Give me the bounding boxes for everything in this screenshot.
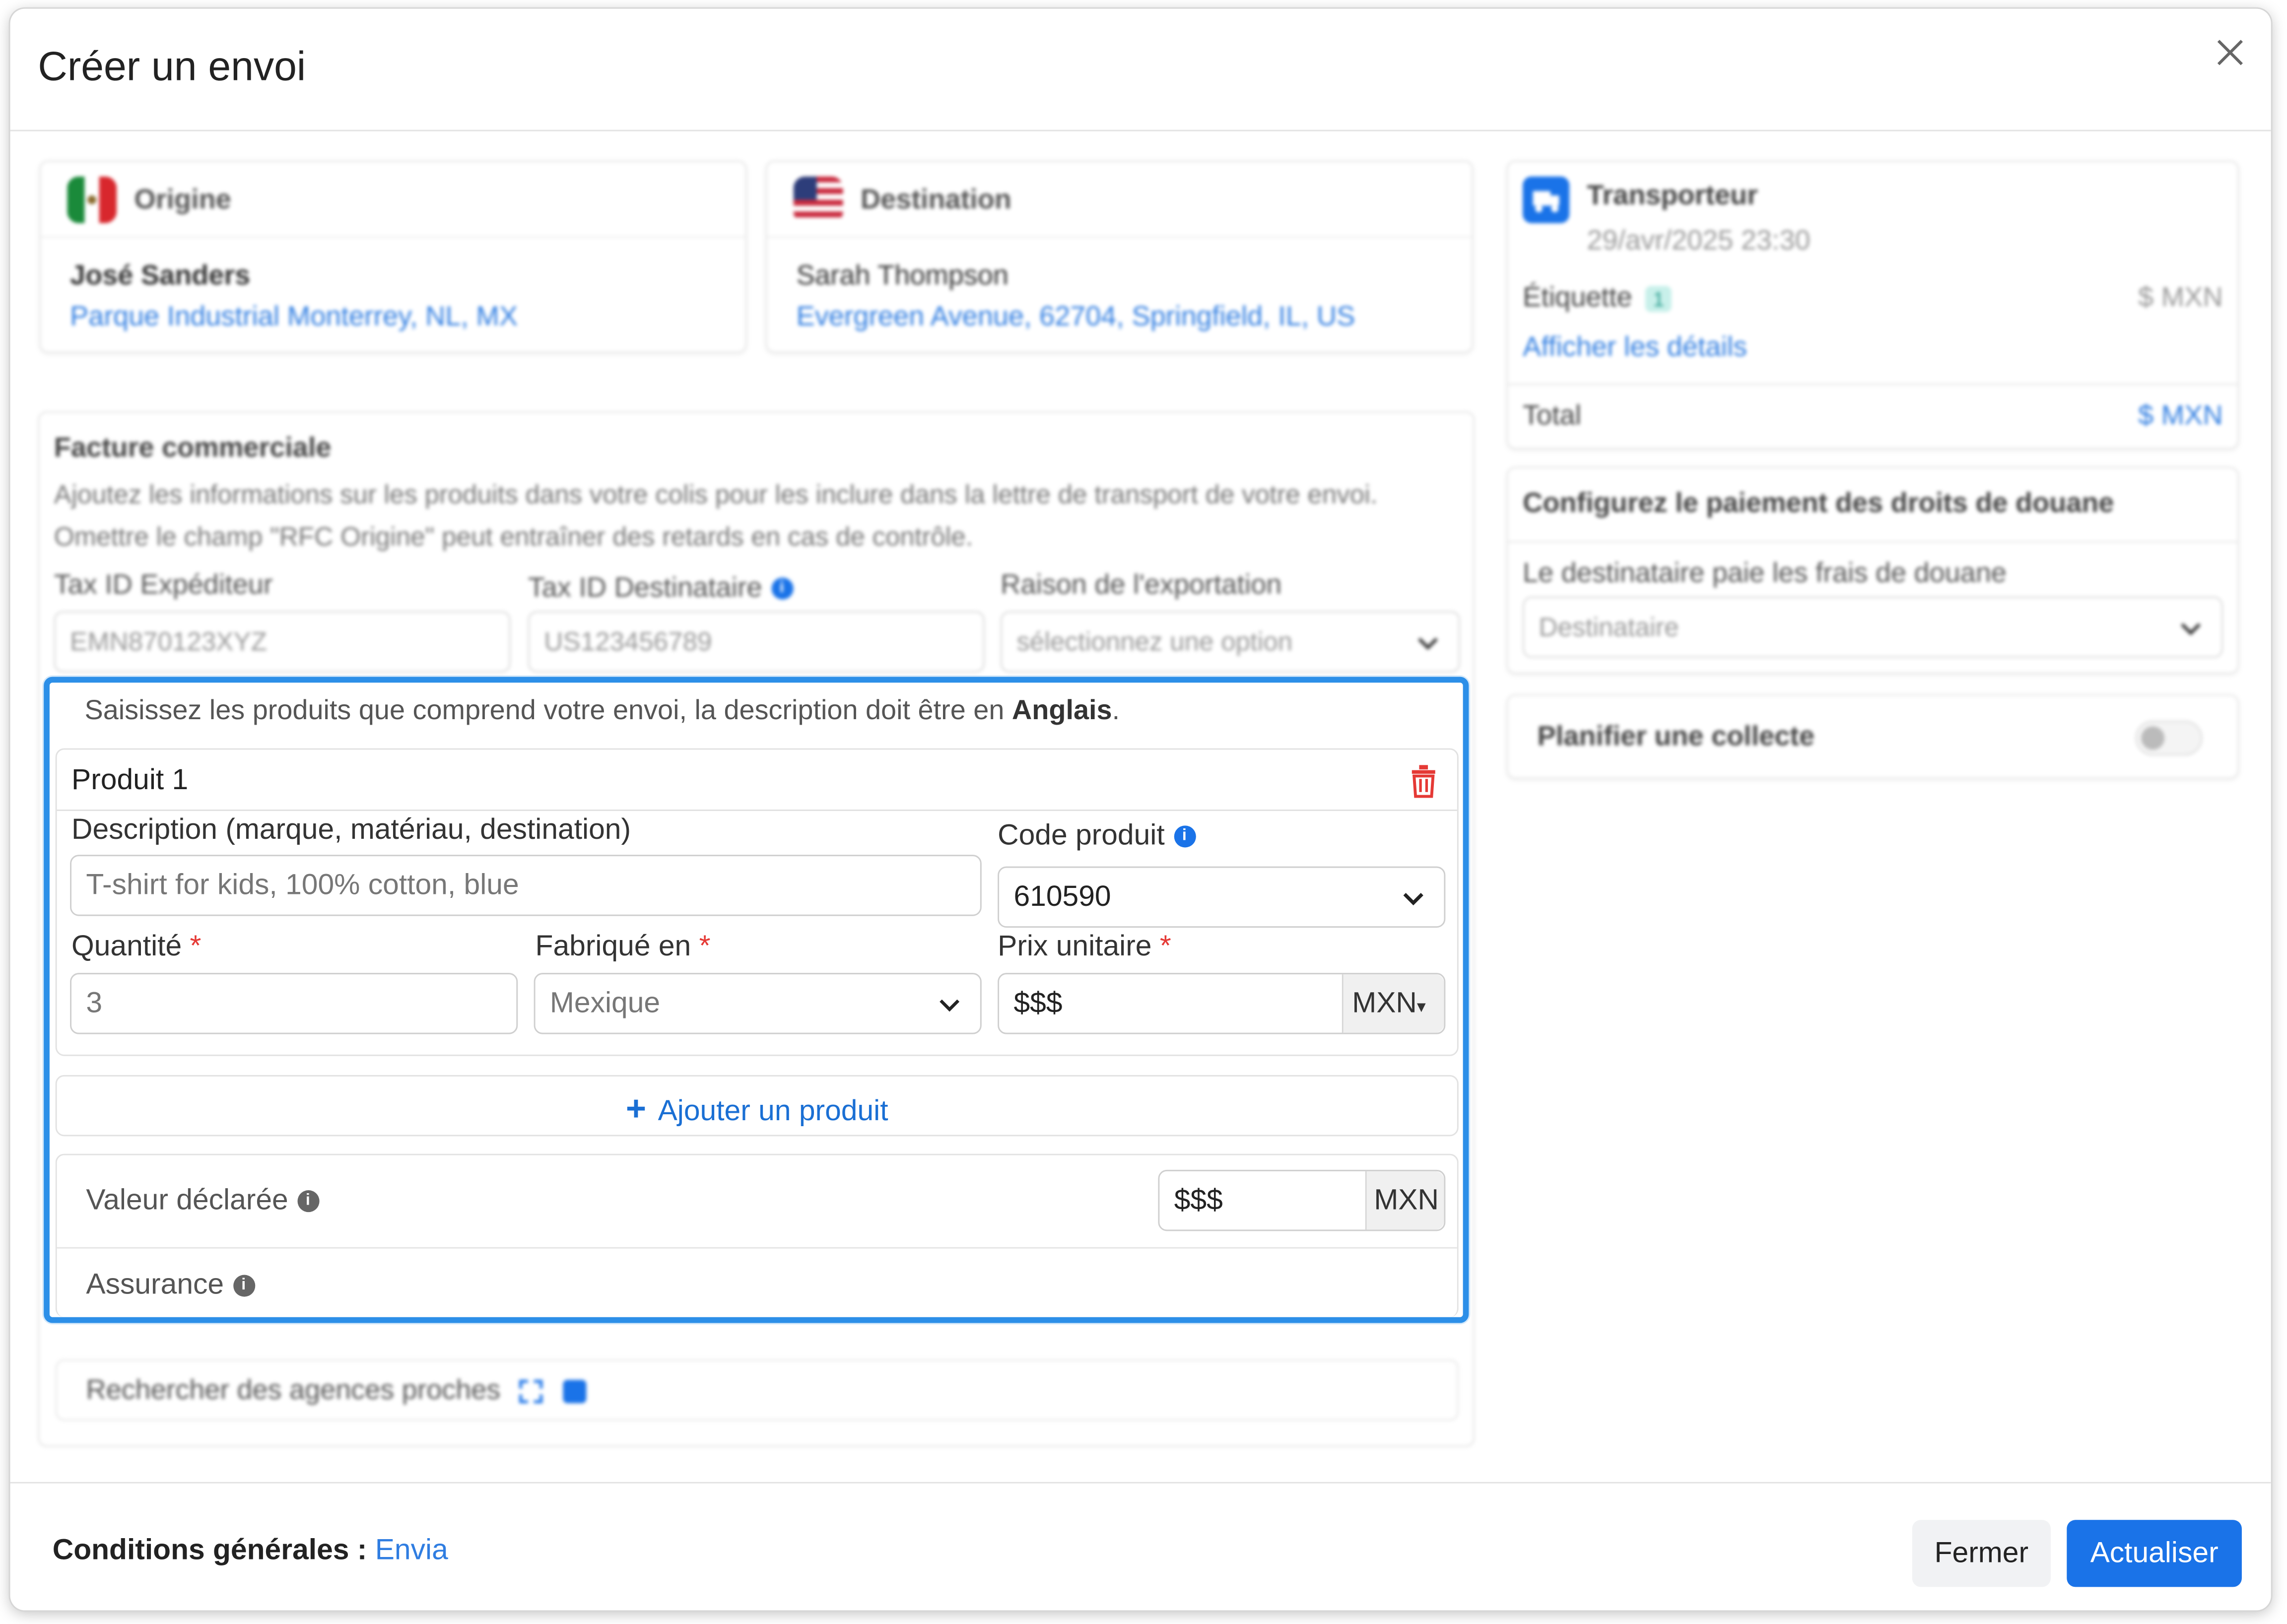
expand-icon bbox=[520, 1380, 543, 1404]
made-in-label: Fabriqué en * bbox=[535, 930, 711, 963]
chevron-down-icon bbox=[1418, 637, 1438, 650]
invoice-description: Ajoutez les informations sur les produit… bbox=[54, 479, 1378, 551]
chevron-down-icon: ▾ bbox=[1416, 996, 1426, 1017]
invoice-title: Facture commerciale bbox=[54, 433, 332, 464]
product-card: Produit 1 Description (marque, matériau,… bbox=[55, 748, 1459, 1056]
info-icon: i bbox=[232, 1275, 255, 1297]
destination-label: Destination bbox=[860, 185, 1011, 216]
currency-select[interactable]: MXN▾ bbox=[1342, 974, 1444, 1033]
modal-header: Créer un envoi bbox=[10, 9, 2271, 132]
destination-card: Destination Sarah Thompson Evergreen Ave… bbox=[765, 160, 1474, 353]
search-agencies-label: Rechercher des agences proches bbox=[86, 1375, 586, 1408]
info-icon: i bbox=[297, 1190, 319, 1213]
declared-value-input[interactable]: $$$ MXN bbox=[1158, 1169, 1446, 1231]
plus-icon: + bbox=[625, 1089, 647, 1129]
label-count-badge: 1 bbox=[1645, 286, 1672, 312]
carrier-icon bbox=[1523, 176, 1570, 223]
carrier-card: Transporteur 29/avr/2025 23:30 Étiquette… bbox=[1506, 160, 2239, 450]
origin-header: Origine bbox=[41, 162, 745, 238]
update-button[interactable]: Actualiser bbox=[2067, 1520, 2242, 1587]
quantity-input[interactable]: 3 bbox=[70, 973, 518, 1034]
chevron-down-icon bbox=[940, 999, 960, 1012]
destination-address[interactable]: Evergreen Avenue, 62704, Springfield, IL… bbox=[797, 302, 1355, 334]
description-input[interactable]: T-shirt for kids, 100% cotton, blue bbox=[70, 855, 982, 916]
info-icon: i bbox=[771, 578, 793, 601]
product-header: Produit 1 bbox=[57, 750, 1457, 811]
add-product-button[interactable]: + Ajouter un produit bbox=[55, 1075, 1459, 1137]
insurance-label: Assurance i bbox=[86, 1269, 255, 1303]
customs-payer-value: Destinataire bbox=[1539, 612, 1679, 642]
usa-flag-icon bbox=[793, 176, 843, 223]
declared-value-box: Valeur déclarée i $$$ MXN Assurance i bbox=[55, 1153, 1459, 1317]
declared-value-label: Valeur déclarée i bbox=[86, 1184, 319, 1218]
declared-currency: MXN bbox=[1365, 1171, 1444, 1230]
pickup-label: Planifier une collecte bbox=[1537, 722, 1815, 753]
destination-header: Destination bbox=[767, 162, 1472, 238]
trash-icon[interactable] bbox=[1408, 763, 1440, 798]
modal-title: Créer un envoi bbox=[38, 44, 306, 89]
made-in-value: Mexique bbox=[549, 987, 661, 1020]
customs-payer-label: Le destinataire paie les frais de douane bbox=[1523, 558, 2007, 590]
total-label: Total bbox=[1523, 401, 1582, 432]
origin-address[interactable]: Parque Industrial Monterrey, NL, MX bbox=[70, 302, 518, 334]
modal-footer: Conditions générales : Envia Fermer Actu… bbox=[10, 1482, 2271, 1611]
product-title: Produit 1 bbox=[71, 764, 189, 797]
total-value: $ MXN bbox=[2138, 401, 2223, 432]
origin-label: Origine bbox=[134, 185, 231, 216]
carrier-divider bbox=[1508, 383, 2238, 385]
unit-price-value: $$$ bbox=[1013, 987, 1063, 1020]
export-reason-value: sélectionnez une option bbox=[1016, 627, 1293, 657]
create-shipment-modal: Créer un envoi Origine José Sanders Parq… bbox=[10, 8, 2271, 1611]
terms-link[interactable]: Envia bbox=[375, 1535, 448, 1567]
customs-card: Configurez le paiement des droits de dou… bbox=[1506, 467, 2239, 674]
search-agencies-row[interactable]: Rechercher des agences proches bbox=[55, 1359, 1459, 1421]
declared-value-value: $$$ bbox=[1174, 1184, 1223, 1217]
info-icon: i bbox=[1173, 826, 1196, 848]
carrier-title: Transporteur bbox=[1587, 181, 1758, 212]
product-code-select[interactable]: 610590 bbox=[998, 866, 1446, 928]
toggle-knob bbox=[2141, 726, 2165, 750]
external-link-icon bbox=[562, 1380, 586, 1404]
recipient-tax-input[interactable]: US123456789 bbox=[528, 611, 985, 673]
mexico-flag-icon bbox=[67, 176, 117, 223]
destination-name: Sarah Thompson bbox=[796, 261, 1009, 292]
close-icon[interactable] bbox=[2213, 35, 2248, 70]
export-reason-select[interactable]: sélectionnez une option bbox=[1001, 611, 1460, 673]
divider bbox=[57, 1247, 1457, 1249]
label-price: $ MXN bbox=[2138, 283, 2223, 314]
origin-card: Origine José Sanders Parque Industrial M… bbox=[39, 160, 747, 353]
pickup-toggle[interactable] bbox=[2135, 720, 2203, 756]
unit-price-label: Prix unitaire * bbox=[998, 930, 1171, 963]
origin-name: José Sanders bbox=[70, 261, 251, 292]
unit-price-input[interactable]: $$$ MXN▾ bbox=[998, 973, 1446, 1034]
label-row: Étiquette 1 bbox=[1523, 283, 1672, 315]
product-code-value: 610590 bbox=[1013, 881, 1111, 913]
customs-payer-select[interactable]: Destinataire bbox=[1523, 596, 2223, 658]
show-details-link[interactable]: Afficher les détails bbox=[1523, 333, 1747, 365]
chevron-down-icon bbox=[2181, 623, 2201, 636]
terms: Conditions générales : Envia bbox=[52, 1534, 448, 1567]
sender-tax-input[interactable]: EMN870123XYZ bbox=[54, 611, 511, 673]
customs-title: Configurez le paiement des droits de dou… bbox=[1523, 488, 2114, 520]
product-code-label: Code produit i bbox=[998, 820, 1196, 854]
carrier-date: 29/avr/2025 23:30 bbox=[1587, 226, 1811, 257]
quantity-label: Quantité * bbox=[71, 930, 202, 963]
export-reason-label: Raison de l'exportation bbox=[1001, 570, 1282, 601]
add-product-label: + Ajouter un produit bbox=[625, 1089, 888, 1129]
description-label: Description (marque, matériau, destinati… bbox=[71, 813, 631, 846]
products-intro: Saisissez les produits que comprend votr… bbox=[84, 695, 1120, 727]
made-in-select[interactable]: Mexique bbox=[534, 973, 982, 1034]
close-button[interactable]: Fermer bbox=[1912, 1520, 2051, 1587]
recipient-tax-label: Tax ID Destinataire i bbox=[528, 573, 793, 606]
pickup-card: Planifier une collecte bbox=[1506, 694, 2239, 779]
chevron-down-icon bbox=[1403, 892, 1423, 906]
sender-tax-label: Tax ID Expéditeur bbox=[54, 570, 273, 601]
customs-divider bbox=[1508, 541, 2238, 543]
